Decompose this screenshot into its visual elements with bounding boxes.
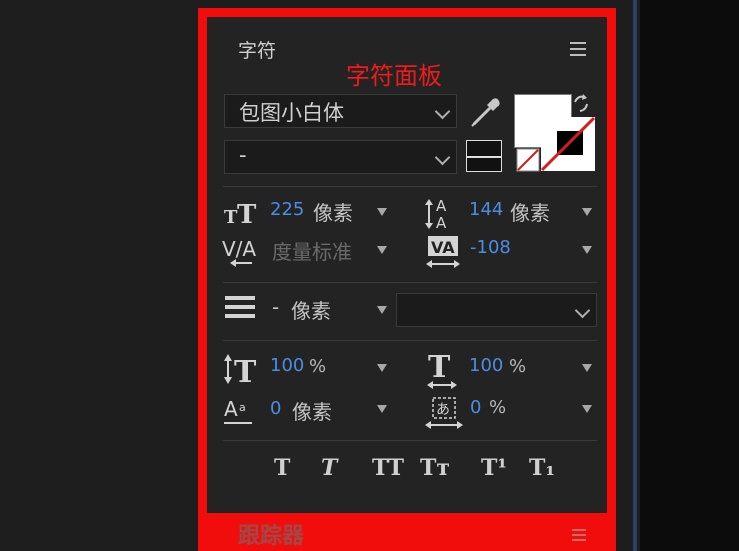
chevron-down-icon (574, 302, 591, 319)
stroke-width-unit: 像素 (291, 299, 331, 323)
baseline-shift-value[interactable]: 0 (270, 398, 281, 419)
eyedropper-icon[interactable] (468, 96, 502, 130)
stroke-width-value[interactable]: - (272, 295, 279, 319)
svg-text:A: A (436, 197, 447, 215)
baseline-shift-unit: 像素 (292, 400, 332, 424)
svg-text:a: a (239, 401, 246, 414)
separator (223, 282, 597, 283)
no-fill-icon[interactable] (516, 148, 540, 172)
font-size-icon: T T (224, 200, 257, 226)
separator (223, 440, 597, 441)
svg-text:V/A: V/A (222, 237, 256, 261)
vertical-scale-dropdown-icon[interactable] (377, 364, 387, 372)
svg-text:A: A (224, 397, 238, 421)
kerning-dropdown-icon[interactable] (377, 246, 387, 254)
horizontal-scale-icon: T (427, 351, 457, 389)
faux-italic-button[interactable]: T (321, 455, 337, 481)
annotation-label: 字符面板 (346, 62, 442, 90)
baseline-shift-dropdown-icon[interactable] (377, 405, 387, 413)
leading-value[interactable]: 144 (469, 199, 503, 220)
kerning-icon: V/A (222, 237, 256, 267)
vertical-scale-icon: T (224, 354, 257, 386)
svg-text:T: T (234, 355, 257, 386)
tsume-icon: あ (425, 397, 463, 429)
right-workspace (640, 0, 739, 551)
superscript-button[interactable]: T¹ (481, 455, 507, 481)
stroke-width-icon (225, 296, 255, 320)
tracking-icon: VA (426, 236, 460, 268)
left-workspace (0, 0, 200, 551)
stroke-type-dropdown[interactable] (396, 293, 597, 327)
tsume-unit: % (489, 397, 507, 418)
baseline-shift-icon: A a (224, 397, 252, 424)
svg-text:T: T (224, 207, 238, 226)
tracker-panel-title[interactable]: 跟踪器 (238, 518, 304, 550)
tracker-panel-menu-icon[interactable] (572, 529, 586, 541)
panel-title: 字符 (238, 40, 277, 62)
separator (223, 186, 597, 187)
font-size-unit: 像素 (313, 201, 353, 225)
font-style-value: - (239, 143, 247, 167)
horizontal-scale-dropdown-icon[interactable] (582, 364, 592, 372)
stroke-color-swatch[interactable] (540, 116, 596, 172)
svg-text:VA: VA (431, 238, 455, 257)
subscript-button[interactable]: T₁ (529, 455, 555, 481)
tracking-dropdown-icon[interactable] (582, 246, 592, 254)
chevron-down-icon (434, 103, 451, 120)
svg-text:A: A (436, 214, 447, 231)
leading-dropdown-icon[interactable] (582, 208, 592, 216)
tsume-value[interactable]: 0 (470, 397, 481, 418)
svg-text:あ: あ (436, 402, 450, 418)
kerning-value[interactable]: 度量标准 (272, 236, 352, 265)
svg-text:T: T (237, 200, 257, 226)
vertical-scale-value[interactable]: 100 (270, 355, 304, 376)
horizontal-scale-value[interactable]: 100 (469, 355, 503, 376)
leading-icon: A A (425, 197, 447, 231)
panel-divider (633, 0, 637, 551)
color-swatches[interactable] (514, 92, 598, 174)
vertical-scale-unit: % (309, 356, 327, 377)
font-size-value[interactable]: 225 (270, 199, 304, 220)
font-family-dropdown[interactable]: 包图小白体 (224, 94, 457, 128)
chevron-down-icon (434, 149, 451, 166)
font-family-value: 包图小白体 (239, 101, 344, 125)
stroke-width-dropdown-icon[interactable] (377, 306, 387, 314)
default-colors-icon[interactable] (466, 140, 502, 172)
panel-menu-icon[interactable] (570, 42, 586, 56)
tsume-dropdown-icon[interactable] (582, 405, 592, 413)
separator (223, 340, 597, 341)
all-caps-button[interactable]: TT (372, 455, 404, 481)
horizontal-scale-unit: % (509, 356, 527, 377)
tracking-value[interactable]: -108 (470, 237, 511, 258)
swap-colors-icon[interactable] (570, 92, 594, 116)
small-caps-button[interactable]: Tт (420, 455, 450, 481)
font-style-dropdown[interactable]: - (224, 140, 457, 174)
svg-text:T: T (428, 351, 451, 385)
font-size-dropdown-icon[interactable] (377, 208, 387, 216)
faux-bold-button[interactable]: T (274, 455, 290, 481)
leading-unit: 像素 (510, 201, 550, 225)
